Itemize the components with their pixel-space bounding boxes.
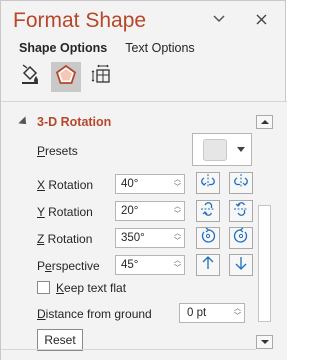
- options-scroll-area: 3-D Rotation Presets X Rotation 40° ︿ ﹀ Y…: [1, 102, 287, 360]
- vertical-scrollbar[interactable]: [256, 112, 273, 350]
- perspective-value: 45°: [121, 259, 139, 271]
- rotate-counterclockwise-icon: [232, 227, 250, 250]
- z-rotation-value: 350°: [121, 232, 145, 244]
- rotate-left-icon: [199, 172, 217, 195]
- perspective-label: Perspective: [37, 259, 100, 273]
- close-icon[interactable]: [251, 9, 271, 29]
- y-rotation-stepper[interactable]: ︿ ﹀: [174, 203, 181, 219]
- perspective-stepper[interactable]: ︿ ﹀: [174, 257, 181, 273]
- size-properties-icon: [91, 64, 113, 91]
- scroll-down-button[interactable]: [256, 335, 273, 349]
- chevron-down-icon: [237, 147, 245, 152]
- scroll-thumb[interactable]: [258, 205, 271, 322]
- collapse-triangle-icon: [18, 116, 30, 128]
- z-rotation-label: Z Rotation: [37, 232, 93, 246]
- rotate-right-icon: [232, 172, 250, 195]
- distance-from-ground-input[interactable]: 0 pt ︿ ﹀: [179, 303, 245, 323]
- bottom-divider: [1, 349, 256, 350]
- y-rotation-value: 20°: [121, 205, 139, 217]
- scroll-up-icon: [260, 120, 269, 124]
- y-rotate-up-button[interactable]: [196, 200, 220, 222]
- distance-value: 0 pt: [187, 307, 207, 319]
- effects-tab[interactable]: [51, 62, 81, 92]
- decrease-perspective-button[interactable]: [229, 254, 253, 276]
- effects-pentagon-icon: [55, 64, 77, 91]
- format-shape-pane: Format Shape Shape Options Text Options: [0, 0, 287, 360]
- x-rotation-value: 40°: [121, 178, 139, 190]
- keep-text-flat-checkbox[interactable]: [37, 281, 50, 294]
- reset-button[interactable]: Reset: [37, 329, 83, 351]
- x-rotation-stepper[interactable]: ︿ ﹀: [174, 176, 181, 192]
- distance-from-ground-label: Distance from ground: [37, 307, 152, 321]
- increase-perspective-button[interactable]: [196, 254, 220, 276]
- presets-dropdown[interactable]: [192, 133, 252, 166]
- keep-text-flat-label: Keep text flat: [56, 281, 127, 295]
- fill-line-icon: [19, 63, 41, 91]
- perspective-input[interactable]: 45° ︿ ﹀: [115, 255, 185, 275]
- x-rotation-input[interactable]: 40° ︿ ﹀: [115, 174, 185, 194]
- dropdown-chevron-icon[interactable]: [209, 9, 229, 29]
- arrow-up-icon: [200, 255, 216, 276]
- presets-label: Presets: [37, 144, 78, 158]
- y-rotation-label: Y Rotation: [37, 205, 93, 219]
- x-rotation-label: X Rotation: [37, 178, 94, 192]
- fill-line-tab[interactable]: [15, 62, 45, 92]
- section-title: 3-D Rotation: [37, 115, 112, 129]
- section-header-3d-rotation[interactable]: 3-D Rotation: [18, 115, 112, 129]
- x-rotate-left-button[interactable]: [196, 172, 220, 194]
- pane-title: Format Shape: [13, 9, 147, 32]
- rotate-up-icon: [199, 200, 217, 223]
- scroll-up-button[interactable]: [256, 115, 273, 129]
- arrow-down-icon: [233, 255, 249, 276]
- distance-stepper[interactable]: ︿ ﹀: [234, 305, 241, 321]
- size-properties-tab[interactable]: [87, 62, 117, 92]
- z-rotate-clockwise-button[interactable]: [196, 227, 220, 249]
- rotate-down-icon: [232, 200, 250, 223]
- y-rotation-input[interactable]: 20° ︿ ﹀: [115, 201, 185, 221]
- y-rotate-down-button[interactable]: [229, 200, 253, 222]
- z-rotation-stepper[interactable]: ︿ ﹀: [174, 230, 181, 246]
- presets-swatch: [203, 138, 227, 161]
- z-rotation-input[interactable]: 350° ︿ ﹀: [115, 228, 185, 248]
- rotate-clockwise-icon: [199, 227, 217, 250]
- z-rotate-counterclockwise-button[interactable]: [229, 227, 253, 249]
- scroll-down-icon: [260, 340, 269, 344]
- tab-text-options[interactable]: Text Options: [125, 41, 194, 55]
- x-rotate-right-button[interactable]: [229, 172, 253, 194]
- tab-shape-options[interactable]: Shape Options: [19, 41, 107, 55]
